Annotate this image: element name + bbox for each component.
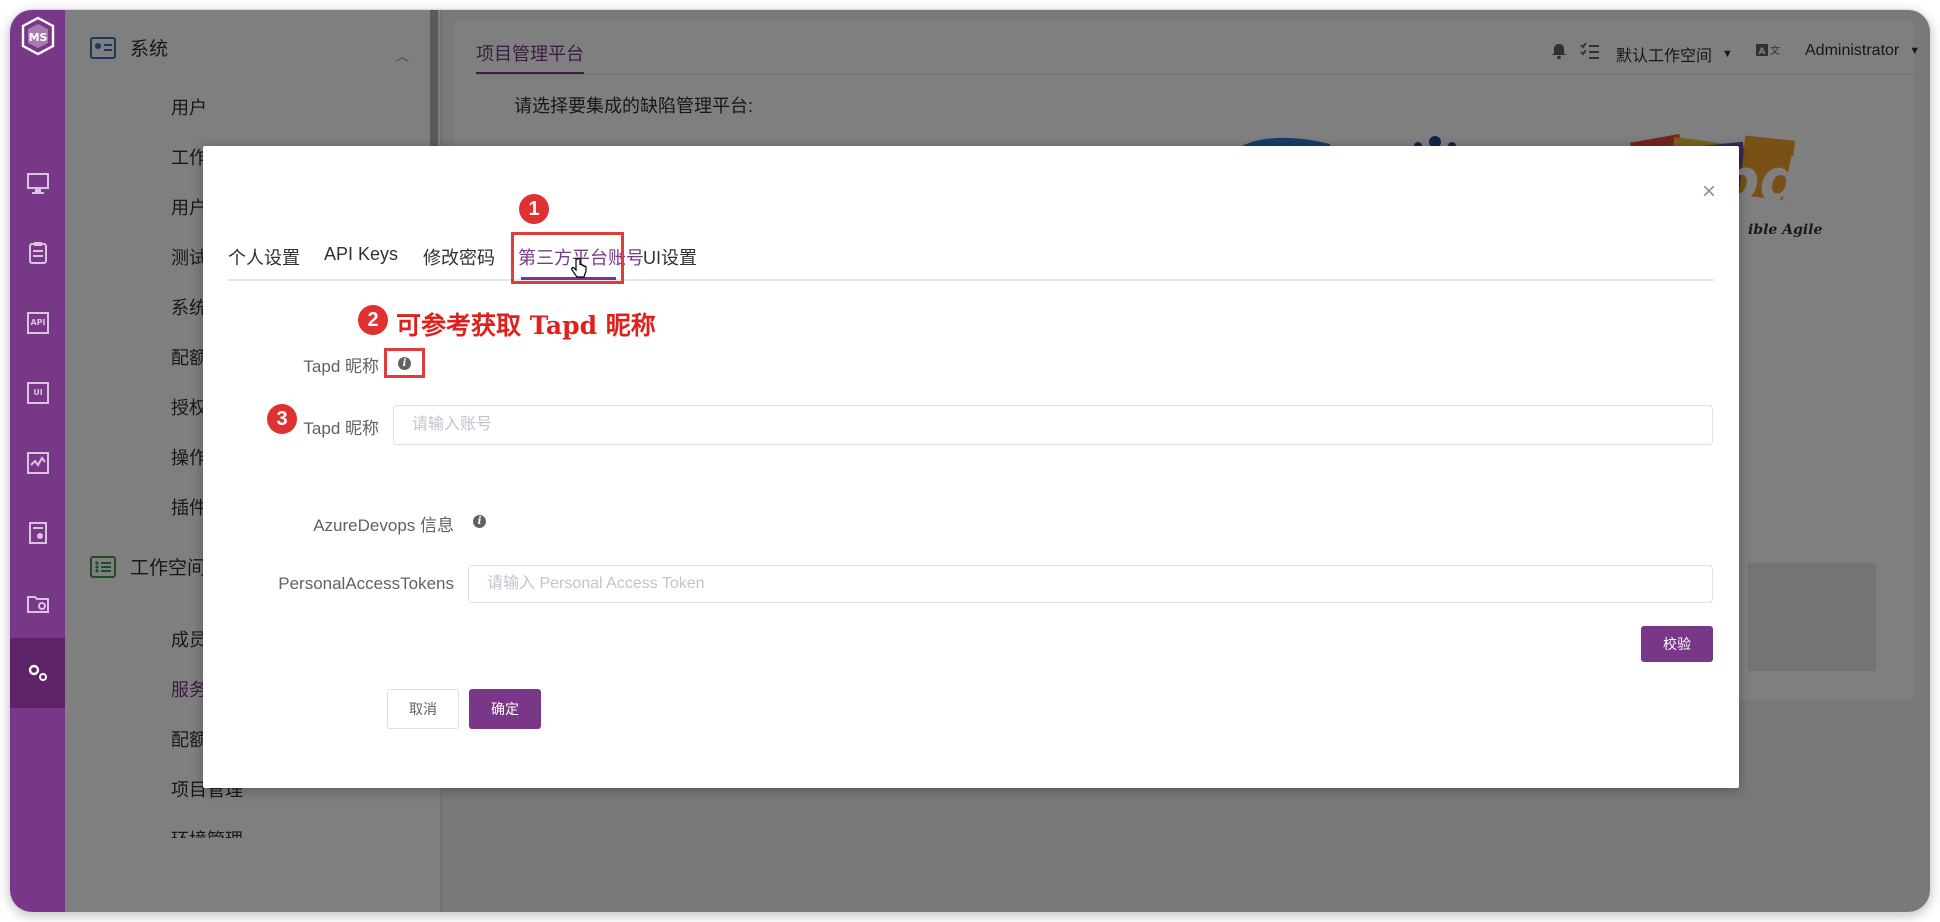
annotation-box-tab <box>511 232 624 284</box>
cancel-button[interactable]: 取消 <box>387 689 459 729</box>
performance-test-icon[interactable] <box>10 428 65 498</box>
info-icon[interactable]: i <box>398 357 411 370</box>
svg-text:UI: UI <box>33 388 42 397</box>
tapd-nickname-label-1: Tapd 昵称 <box>303 357 379 376</box>
personal-info-dialog: × 个人设置 API Keys 修改密码 第三方平台账号 UI设置 1 2 可参… <box>203 146 1739 788</box>
app-window: MS API UI 系统 ︿ 用户 <box>10 10 1930 912</box>
icon-rail: MS API UI <box>10 10 65 912</box>
annotation-text: 可参考获取 Tapd 昵称 <box>396 311 656 340</box>
tab-change-password[interactable]: 修改密码 <box>423 244 495 270</box>
metersphere-logo-icon[interactable]: MS <box>20 16 56 56</box>
project-settings-icon[interactable] <box>10 568 65 638</box>
test-track-icon[interactable] <box>10 218 65 288</box>
personal-access-tokens-label: PersonalAccessTokens <box>278 574 454 593</box>
close-icon[interactable]: × <box>1697 180 1721 204</box>
tab-personal-settings[interactable]: 个人设置 <box>228 244 300 270</box>
annotation-badge-2: 2 <box>358 305 388 335</box>
azure-devops-label: AzureDevops 信息 <box>313 516 454 535</box>
personal-access-token-input[interactable]: 请输入 Personal Access Token <box>468 565 1713 603</box>
tapd-nickname-input[interactable]: 请输入账号 <box>393 405 1713 445</box>
tabs-divider <box>228 279 1714 281</box>
annotation-badge-1: 1 <box>519 194 549 224</box>
verify-button[interactable]: 校验 <box>1641 626 1713 662</box>
api-test-icon[interactable]: API <box>10 288 65 358</box>
system-settings-icon[interactable] <box>10 638 65 708</box>
svg-text:API: API <box>30 318 45 327</box>
workstation-icon[interactable] <box>10 148 65 218</box>
tab-ui-settings[interactable]: UI设置 <box>643 244 697 270</box>
svg-text:MS: MS <box>29 31 48 44</box>
info-icon[interactable]: i <box>473 515 486 528</box>
tapd-nickname-label-2: Tapd 昵称 <box>303 419 379 438</box>
report-icon[interactable] <box>10 498 65 568</box>
confirm-button[interactable]: 确定 <box>469 689 541 729</box>
tab-api-keys[interactable]: API Keys <box>324 244 398 265</box>
ui-test-icon[interactable]: UI <box>10 358 65 428</box>
